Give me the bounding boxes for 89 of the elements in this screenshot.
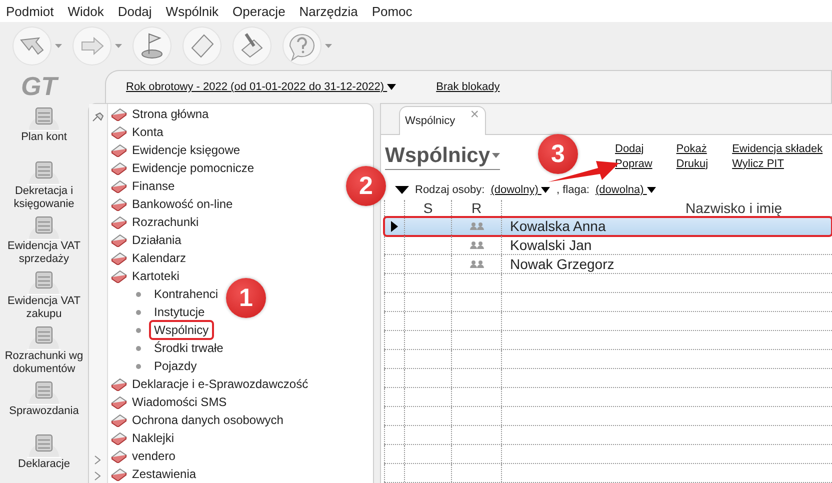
page-title[interactable]: Wspólnicy (385, 142, 500, 170)
book-icon (111, 467, 127, 481)
book-icon (111, 431, 127, 445)
table-row[interactable]: Kowalska Anna (384, 217, 832, 236)
people-icon (470, 260, 484, 268)
help-icon[interactable] (282, 26, 322, 66)
nav-item[interactable]: Sprawozdania (2, 376, 86, 430)
action-link[interactable]: Pokaż (676, 142, 708, 155)
tree-item[interactable]: Rozrachunki (108, 213, 308, 231)
book-icon (111, 197, 127, 211)
book-icon (111, 161, 127, 175)
brush-icon[interactable] (232, 26, 272, 66)
menu-item[interactable]: Podmiot (6, 4, 54, 18)
tree-item[interactable]: Kalendarz (108, 249, 308, 267)
action-link[interactable]: Dodaj (615, 142, 652, 155)
tree-item[interactable]: Deklaracje i e-Sprawozdawczość (108, 375, 308, 393)
table-row[interactable]: Kowalski Jan (384, 236, 832, 256)
bullet-icon (136, 364, 141, 368)
tab[interactable]: Wspólnicy × (399, 106, 486, 135)
people-icon (470, 222, 484, 230)
table-cell: Nowak Grzegorz (501, 255, 832, 274)
nav-item[interactable]: Deklaracje (2, 429, 86, 483)
tree-item[interactable]: Finanse (108, 177, 308, 195)
bullet-icon (136, 346, 141, 350)
filter-label: Rodzaj osoby: (415, 184, 485, 196)
row-pointer-icon (391, 220, 398, 232)
book-icon (111, 143, 127, 157)
menu-item[interactable]: Narzędzia (299, 4, 358, 18)
tree-item[interactable]: Działania (108, 231, 308, 249)
book-icon (111, 233, 127, 247)
menu-item[interactable]: Operacje (232, 4, 286, 18)
tree-item[interactable]: Wiadomości SMS (108, 393, 308, 411)
book-icon (111, 125, 127, 139)
book-icon (111, 413, 127, 427)
caret-icon[interactable] (387, 84, 396, 90)
tree-item[interactable]: Zestawienia (108, 465, 308, 483)
menu-item[interactable]: Dodaj (118, 4, 152, 18)
book-icon (111, 107, 127, 121)
tree-item[interactable]: Ochrona danych osobowych (108, 411, 308, 429)
tree-item[interactable]: Ewidencje pomocnicze (108, 159, 308, 177)
nav-item[interactable]: Ewidencja VAT sprzedaży (2, 210, 86, 266)
tree-item[interactable]: Ewidencje księgowe (108, 141, 308, 159)
nav-item[interactable]: Plan kont (2, 102, 86, 156)
action-link[interactable]: Ewidencja składek (732, 142, 823, 155)
book-icon (111, 251, 127, 265)
tree-item[interactable]: Bankowość on-line (108, 195, 308, 213)
bullet-icon (136, 328, 141, 332)
collapse-icon[interactable] (395, 186, 409, 194)
type-dropdown[interactable]: (dowolny) (490, 184, 550, 196)
tree-item[interactable]: vendero (108, 447, 308, 465)
menu-item[interactable]: Widok (68, 4, 104, 18)
action-link[interactable]: Drukuj (676, 158, 708, 170)
caret-icon[interactable] (541, 187, 550, 194)
bullet-icon (136, 292, 141, 296)
nav-item[interactable]: Rozrachunki wg dokumentów (2, 320, 86, 376)
table-cell: Kowalski Jan (501, 236, 832, 254)
table-row[interactable]: Nowak Grzegorz (384, 255, 832, 274)
sheet-icon[interactable] (182, 26, 222, 66)
tree-item[interactable]: Naklejki (108, 429, 308, 447)
book-icon (111, 215, 127, 229)
nav-item[interactable]: Dekretacja i księgowanie (2, 156, 86, 211)
table-cell: Kowalska Anna (501, 217, 832, 236)
flag-icon[interactable] (132, 26, 172, 66)
tree-item[interactable]: Konta (108, 123, 308, 141)
logo: GT (20, 70, 58, 102)
book-icon (111, 269, 127, 283)
filter-label: , flaga: (556, 184, 590, 196)
book-icon (111, 377, 127, 391)
lock-link[interactable]: Brak blokady (436, 81, 500, 93)
people-icon (470, 241, 484, 250)
tree-item[interactable]: Wspólnicy (149, 320, 214, 340)
tree-item[interactable]: Strona główna (108, 105, 308, 123)
flag-dropdown[interactable]: (dowolna) (596, 184, 656, 196)
book-icon (111, 395, 127, 409)
action-link[interactable]: Popraw (615, 158, 652, 170)
pin-icon[interactable] (92, 112, 104, 122)
menu-item[interactable]: Wspólnik (166, 4, 219, 18)
tree-item[interactable]: Pojazdy (149, 356, 202, 376)
action-link[interactable]: Wylicz PIT (732, 158, 823, 170)
tree-item[interactable]: Instytucje (149, 302, 210, 322)
book-icon (111, 179, 127, 193)
book-icon (111, 449, 127, 463)
nav-item[interactable]: Ewidencja VAT zakupu (2, 266, 86, 321)
tree-item[interactable]: Kontrahenci (149, 284, 224, 304)
year-dropdown[interactable]: Rok obrotowy - 2022 (od 01-01-2022 do 31-12-2022) (126, 81, 396, 93)
caret-icon[interactable] (646, 187, 656, 194)
bullet-icon (136, 310, 141, 314)
tree-item[interactable]: Środki trwałe (149, 338, 228, 358)
menu-item[interactable]: Pomoc (372, 4, 412, 18)
